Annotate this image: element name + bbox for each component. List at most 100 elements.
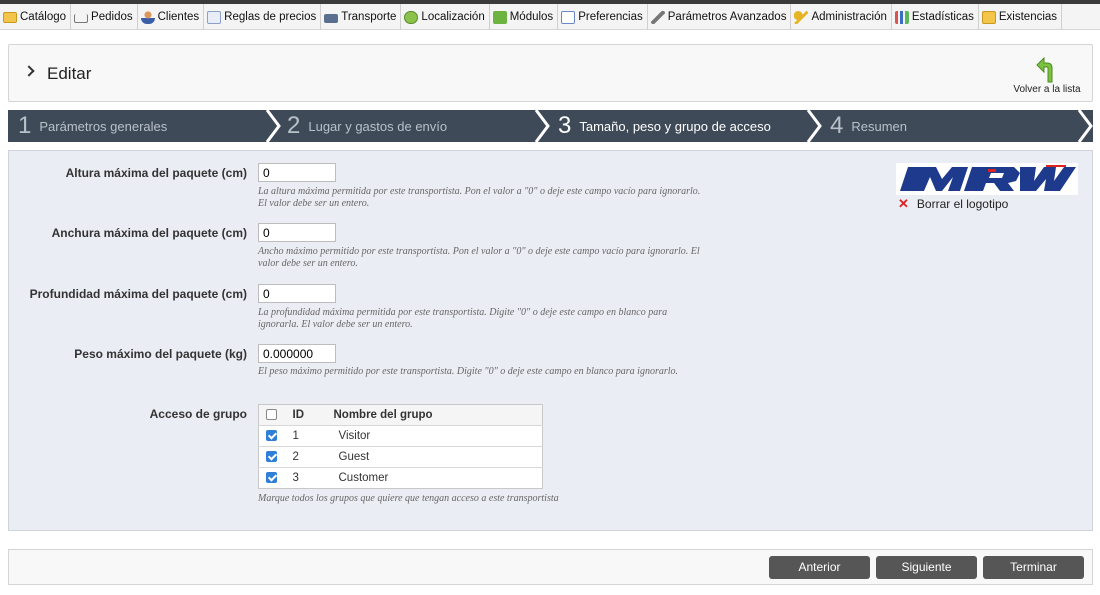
max-depth-hint: La profundidad máxima permitida por este… [258,307,668,330]
column-header-group-name: Nombre del grupo [333,404,543,426]
back-arrow-icon [1036,57,1053,83]
nav-label: Pedidos [91,11,133,23]
nav-label: Reglas de precios [224,11,317,23]
nav-item-localization[interactable]: Localización [401,4,490,30]
wrench-icon [650,10,665,24]
group-id: 2 [292,446,334,468]
max-width-label: Anchura máxima del paquete (cm) [51,226,247,240]
group-access-hint: Marque todos los grupos que quiere que t… [258,493,559,504]
group-id: 1 [292,425,334,447]
group-checkbox[interactable] [266,451,277,463]
nav-label: Preferencias [578,11,643,23]
max-depth-input[interactable] [258,284,336,303]
page-title: Editar [47,64,92,83]
folder-icon [3,11,17,23]
max-width-hint: Ancho máximo permitido por este transpor… [258,246,700,269]
delete-logo-label: Borrar el logotipo [916,197,1009,211]
group-id: 3 [292,467,334,489]
key-icon [794,10,809,24]
nav-label: Clientes [157,11,200,23]
table-row: 2 Guest [258,446,543,468]
group-name: Guest [333,446,543,468]
step-separator [1077,110,1093,142]
step-label: Tamaño, peso y grupo de acceso [579,118,771,134]
nav-item-advanced-params[interactable]: Parámetros Avanzados [648,4,792,30]
nav-label: Existencias [998,11,1058,23]
delete-logo-link[interactable]: ✕ Borrar el logotipo [898,196,1008,212]
mrw-logo-image [900,165,1076,191]
shipping-size-form: Altura máxima del paquete (cm) La altura… [8,150,1093,531]
bar-chart-icon [894,10,909,24]
step-label: Parámetros generales [39,118,168,134]
max-weight-label: Peso máximo del paquete (kg) [74,347,247,361]
column-header-id: ID [292,404,334,426]
step-number: 2 [287,112,301,139]
step-number: 3 [558,112,572,139]
chevron-right-icon [23,65,35,77]
nav-item-price-rules[interactable]: Reglas de precios [204,4,322,30]
step-4[interactable]: 4 Resumen [830,110,907,142]
preferences-icon [561,10,576,24]
nav-item-stock[interactable]: Existencias [979,4,1063,30]
max-height-input[interactable] [258,163,336,182]
group-name: Customer [333,467,543,489]
group-checkbox[interactable] [266,430,277,442]
nav-label: Estadísticas [911,11,974,23]
nav-item-shipping[interactable]: Transporte [321,4,402,30]
previous-button[interactable]: Anterior [769,556,870,579]
step-number: 1 [18,112,32,139]
nav-item-catalog[interactable]: Catálogo [0,4,72,30]
cart-icon [74,13,89,23]
max-depth-label: Profundidad máxima del paquete (cm) [29,287,247,301]
next-button[interactable]: Siguiente [876,556,977,579]
nav-item-customers[interactable]: Clientes [138,4,205,30]
nav-label: Parámetros Avanzados [667,11,787,23]
select-all-checkbox[interactable] [266,409,277,421]
table-header-row: ID Nombre del grupo [258,404,543,426]
truck-icon [324,13,339,23]
group-access-table: ID Nombre del grupo 1 Visitor 2 Guest 3 … [258,404,543,489]
step-label: Lugar y gastos de envío [308,118,448,134]
group-access-label: Acceso de grupo [149,407,247,421]
price-rules-icon [207,10,222,24]
globe-icon [404,10,419,24]
nav-label: Localización [421,11,485,23]
nav-item-statistics[interactable]: Estadísticas [892,4,979,30]
step-2[interactable]: 2 Lugar y gastos de envío [287,110,447,142]
max-weight-input[interactable] [258,344,336,363]
table-row: 1 Visitor [258,425,543,447]
delete-icon: ✕ [898,196,909,211]
page-header: Editar Volver a la lista [8,44,1093,102]
step-number: 4 [830,112,844,139]
nav-item-modules[interactable]: Módulos [490,4,559,30]
back-label: Volver a la lista [1013,84,1081,95]
puzzle-icon [492,10,507,24]
stock-icon [981,10,996,24]
max-width-input[interactable] [258,223,336,242]
step-3[interactable]: 3 Tamaño, peso y grupo de acceso [558,110,771,142]
group-checkbox[interactable] [266,472,277,484]
step-separator [265,110,281,142]
carrier-logo [896,163,1078,195]
wizard-steps: 1 Parámetros generales 2 Lugar y gastos … [8,110,1093,142]
nav-item-administration[interactable]: Administración [791,4,892,30]
back-to-list-button[interactable]: Volver a la lista [1012,55,1082,97]
nav-label: Catálogo [20,11,67,23]
step-1[interactable]: 1 Parámetros generales [18,110,167,142]
main-nav: Catálogo Pedidos Clientes Reglas de prec… [0,4,1100,30]
max-weight-hint: El peso máximo permitido por este transp… [258,366,679,377]
nav-item-orders[interactable]: Pedidos [71,4,138,30]
nav-label: Módulos [509,11,554,23]
max-height-label: Altura máxima del paquete (cm) [65,166,247,180]
step-separator [806,110,822,142]
max-height-hint: La altura máxima permitida por este tran… [258,186,701,209]
nav-label: Administración [811,11,887,23]
group-name: Visitor [333,425,543,447]
step-label: Resumen [851,118,907,134]
user-icon [140,10,155,24]
nav-item-preferences[interactable]: Preferencias [558,4,648,30]
table-row: 3 Customer [258,467,543,489]
finish-button[interactable]: Terminar [983,556,1084,579]
wizard-footer: Anterior Siguiente Terminar [8,549,1093,585]
nav-label: Transporte [341,11,397,23]
